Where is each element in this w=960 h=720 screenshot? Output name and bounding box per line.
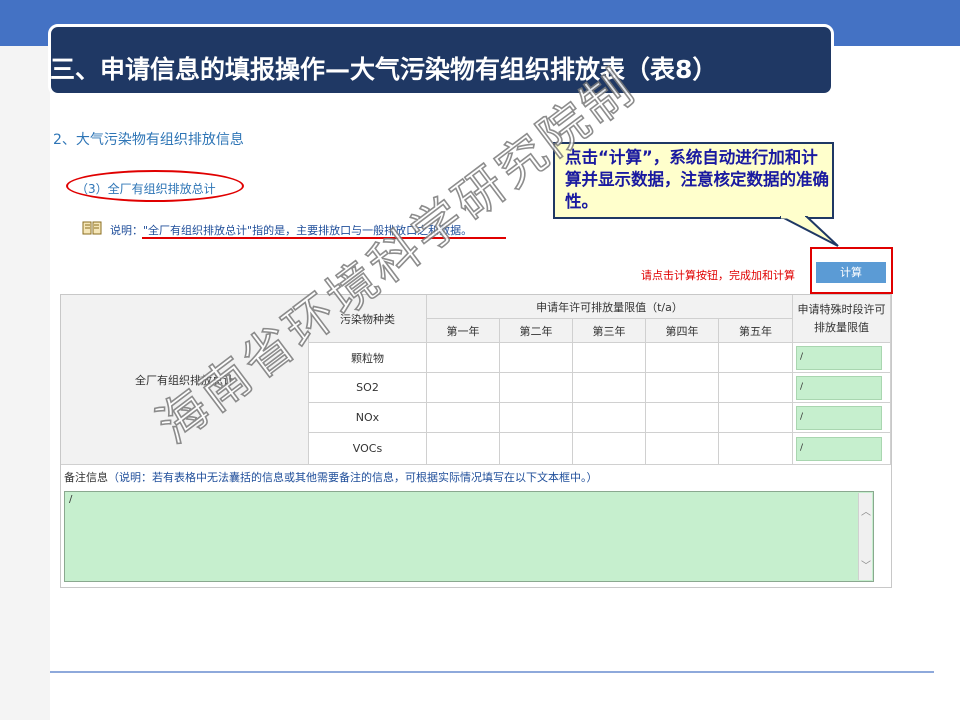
note: 说明："全厂有组织排放总计"指的是，主要排放口与一般排放口之和数据。 [110, 222, 472, 238]
scroll-up-icon[interactable]: ︿ [861, 503, 871, 518]
remark-label: 备注信息 [64, 471, 108, 484]
value-cell [646, 433, 719, 465]
section-title: 2、大气污染物有组织排放信息 [53, 132, 244, 148]
callout-pointer [780, 216, 839, 247]
col-special-label: 申请特殊时段许可排放量限值 [797, 302, 886, 334]
year-header: 第三年 [573, 319, 646, 343]
value-cell [500, 433, 573, 465]
value-cell [719, 433, 793, 465]
value-cell [573, 403, 646, 433]
note-underline [142, 237, 506, 239]
row-header: 全厂有组织排放总计 [135, 373, 234, 387]
special-limit-input-nox[interactable]: / [796, 406, 882, 430]
year-2-label: 第二年 [519, 324, 553, 338]
value-cell [427, 343, 500, 373]
col-special-header: 申请特殊时段许可排放量限值 [793, 295, 891, 343]
value-cell [573, 373, 646, 403]
note-text: "全厂有组织排放总计"指的是，主要排放口与一般排放口之和数据。 [143, 224, 473, 237]
slide-title: 三、申请信息的填报操作—大气污染物有组织排放表（表8） [50, 55, 718, 84]
book-icon [82, 221, 102, 235]
year-header: 第二年 [500, 319, 573, 343]
pollutant-cell: NOx [309, 403, 427, 433]
remark-textarea[interactable]: / [64, 491, 874, 582]
calc-hint: 请点击计算按钮，完成加和计算 [641, 269, 795, 282]
col-group-header: 申请年许可排放量限值（t/a） [427, 295, 793, 319]
value-cell [427, 403, 500, 433]
remark-label-row: 备注信息（说明：若有表格中无法囊括的信息或其他需要备注的信息，可根据实际情况填写… [64, 469, 598, 485]
value-cell [500, 343, 573, 373]
year-3-label: 第三年 [592, 324, 626, 338]
special-limit-input-so2[interactable]: / [796, 376, 882, 400]
year-header: 第四年 [646, 319, 719, 343]
special-limit-input-particulate[interactable]: / [796, 346, 882, 370]
pollutant-name: NOx [355, 411, 380, 424]
footer-divider [50, 671, 934, 673]
value-cell [427, 373, 500, 403]
value-cell [719, 343, 793, 373]
col-group-label: 申请年许可排放量限值（t/a） [536, 300, 683, 314]
year-header: 第一年 [427, 319, 500, 343]
pollutant-name: VOCs [352, 442, 383, 455]
row-header-cell: 全厂有组织排放总计 [61, 295, 309, 465]
remark-scrollbar[interactable]: ︿ ﹀ [858, 493, 872, 580]
pollutant-cell: SO2 [309, 373, 427, 403]
col-pollutant-label: 污染物种类 [340, 312, 395, 326]
scroll-down-icon[interactable]: ﹀ [861, 557, 871, 572]
value-cell [646, 343, 719, 373]
pollutant-cell: VOCs [309, 433, 427, 465]
value-cell [646, 403, 719, 433]
note-label: 说明： [110, 224, 143, 237]
col-pollutant-header: 污染物种类 [309, 295, 427, 343]
value-cell [500, 373, 573, 403]
value-cell [500, 403, 573, 433]
value-cell [573, 433, 646, 465]
value-cell [719, 403, 793, 433]
left-margin-bar [0, 0, 50, 720]
value-cell [427, 433, 500, 465]
value-cell [573, 343, 646, 373]
calc-button[interactable]: 计算 [816, 262, 886, 283]
pollutant-name: 颗粒物 [351, 351, 384, 365]
highlight-ellipse [66, 170, 244, 202]
year-4-label: 第四年 [665, 324, 699, 338]
value-cell [719, 373, 793, 403]
year-1-label: 第一年 [446, 324, 480, 338]
value-cell [646, 373, 719, 403]
callout-text: 点击“计算”，系统自动进行加和计算并显示数据，注意核定数据的准确性。 [565, 148, 829, 211]
pollutant-name: SO2 [356, 381, 379, 394]
year-5-label: 第五年 [739, 324, 772, 338]
pollutant-cell: 颗粒物 [309, 343, 427, 373]
remark-hint: （说明：若有表格中无法囊括的信息或其他需要备注的信息，可根据实际情况填写在以下文… [108, 471, 598, 484]
special-limit-input-vocs[interactable]: / [796, 437, 882, 461]
year-header: 第五年 [719, 319, 793, 343]
